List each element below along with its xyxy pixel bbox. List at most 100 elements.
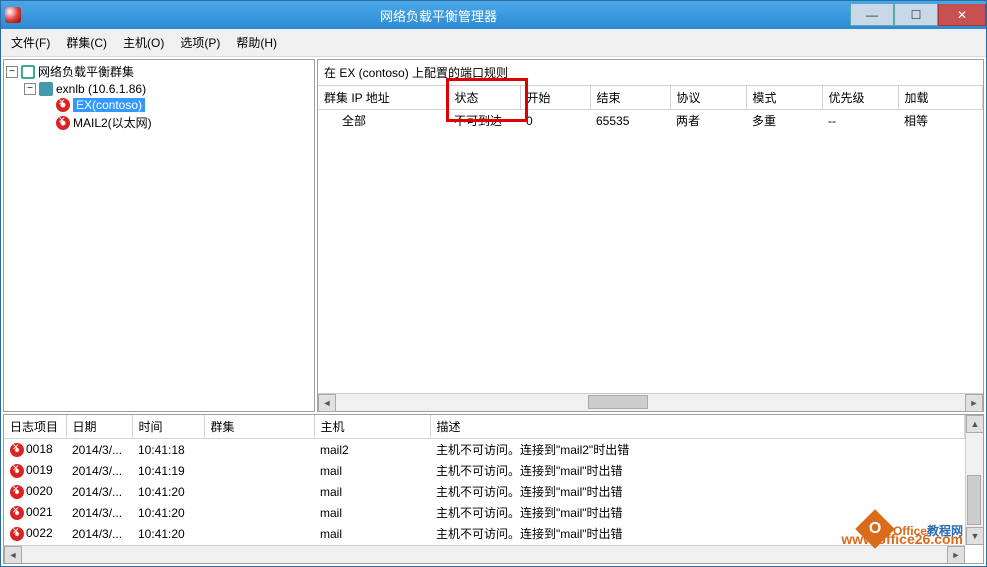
cell-log-host: mail	[314, 481, 430, 502]
cell-log-desc: 主机不可访问。连接到"mail"时出错	[430, 481, 965, 502]
cell-log-host: mail	[314, 502, 430, 523]
error-icon	[10, 464, 24, 478]
menu-options[interactable]: 选项(P)	[174, 31, 226, 54]
error-icon	[10, 527, 24, 541]
col-load[interactable]: 加载	[898, 86, 983, 110]
cell-log-time: 10:41:20	[132, 523, 204, 544]
error-icon	[56, 98, 70, 112]
cell-cluster-ip: 全部	[318, 110, 448, 132]
col-log-date[interactable]: 日期	[66, 415, 132, 439]
col-end[interactable]: 结束	[590, 86, 670, 110]
rules-title: 在 EX (contoso) 上配置的端口规则	[318, 60, 983, 86]
scroll-down-icon[interactable]: ▼	[966, 527, 984, 545]
rules-table[interactable]: 群集 IP 地址 状态 开始 结束 协议 模式 优先级 加载 全部 不可到达 0…	[318, 86, 983, 393]
rules-panel: 在 EX (contoso) 上配置的端口规则 群集 IP 地址 状态 开始 结…	[317, 59, 984, 412]
col-cluster-ip[interactable]: 群集 IP 地址	[318, 86, 448, 110]
cell-log-cluster	[204, 481, 314, 502]
cell-priority: --	[822, 110, 898, 132]
minimize-button[interactable]: —	[850, 4, 894, 26]
col-status[interactable]: 状态	[448, 86, 520, 110]
cell-log-time: 10:41:19	[132, 460, 204, 481]
cell-start: 0	[520, 110, 590, 132]
rules-h-scrollbar[interactable]: ◄ ►	[318, 393, 983, 411]
collapse-icon[interactable]: −	[6, 66, 18, 78]
cell-log-host: mail2	[314, 439, 430, 461]
menu-host[interactable]: 主机(O)	[117, 31, 170, 54]
error-icon	[56, 116, 70, 130]
log-v-scrollbar[interactable]: ▲ ▼	[965, 415, 983, 545]
tree-cluster[interactable]: − exnlb (10.6.1.86)	[6, 81, 312, 97]
title-bar: 网络负载平衡管理器 — ☐ ✕	[1, 1, 986, 29]
tree-root-label: 网络负载平衡群集	[38, 63, 134, 80]
error-icon	[10, 485, 24, 499]
window-controls: — ☐ ✕	[850, 4, 986, 26]
cell-log-time: 10:41:20	[132, 502, 204, 523]
col-protocol[interactable]: 协议	[670, 86, 746, 110]
scroll-thumb[interactable]	[967, 475, 981, 525]
cell-log-desc: 主机不可访问。连接到"mail"时出错	[430, 460, 965, 481]
col-log-time[interactable]: 时间	[132, 415, 204, 439]
cluster-group-icon	[21, 65, 35, 79]
log-row[interactable]: 00212014/3/...10:41:20mail主机不可访问。连接到"mai…	[4, 502, 965, 523]
rules-row[interactable]: 全部 不可到达 0 65535 两者 多重 -- 相等	[318, 110, 983, 132]
menu-cluster[interactable]: 群集(C)	[60, 31, 113, 54]
log-row[interactable]: 00222014/3/...10:41:20mail主机不可访问。连接到"mai…	[4, 523, 965, 544]
cell-log-date: 2014/3/...	[66, 502, 132, 523]
scroll-left-icon[interactable]: ◄	[318, 394, 336, 412]
tree-cluster-label: exnlb (10.6.1.86)	[56, 82, 146, 96]
cell-log-desc: 主机不可访问。连接到"mail2"时出错	[430, 439, 965, 461]
tree-host-mail2[interactable]: MAIL2(以太网)	[6, 113, 312, 132]
cell-log-time: 10:41:18	[132, 439, 204, 461]
cell-log-cluster	[204, 460, 314, 481]
tree-panel[interactable]: − 网络负载平衡群集 − exnlb (10.6.1.86) EX(contos…	[3, 59, 315, 412]
cell-status: 不可到达	[448, 110, 520, 132]
log-table[interactable]: 日志项目 日期 时间 群集 主机 描述 00182014/3/...10:41:…	[4, 415, 965, 545]
rules-header-row: 群集 IP 地址 状态 开始 结束 协议 模式 优先级 加载	[318, 86, 983, 110]
scroll-track[interactable]	[22, 546, 947, 563]
log-h-scrollbar[interactable]: ◄ ►	[4, 545, 965, 563]
maximize-button[interactable]: ☐	[894, 4, 938, 26]
scroll-track[interactable]	[966, 433, 983, 527]
log-row[interactable]: 00202014/3/...10:41:20 mail主机不可访问。连接到"mai…	[4, 481, 965, 502]
menu-help[interactable]: 帮助(H)	[230, 31, 283, 54]
menu-file[interactable]: 文件(F)	[5, 31, 56, 54]
log-header-row: 日志项目 日期 时间 群集 主机 描述	[4, 415, 965, 439]
collapse-icon[interactable]: −	[24, 83, 36, 95]
cell-log-time: 10:41:20	[132, 481, 204, 502]
cell-log-date: 2014/3/...	[66, 460, 132, 481]
main-area: − 网络负载平衡群集 − exnlb (10.6.1.86) EX(contos…	[1, 57, 986, 414]
tree-root[interactable]: − 网络负载平衡群集	[6, 62, 312, 81]
col-log-host[interactable]: 主机	[314, 415, 430, 439]
scroll-track[interactable]	[336, 394, 965, 411]
cell-end: 65535	[590, 110, 670, 132]
cell-log-id: 0022	[4, 523, 66, 544]
cell-log-id: 0019	[4, 460, 66, 481]
app-icon	[5, 7, 21, 23]
log-row[interactable]: 00182014/3/...10:41:18 mail2主机不可访问。连接到"ma…	[4, 439, 965, 461]
cell-log-cluster	[204, 523, 314, 544]
error-icon	[10, 506, 24, 520]
cell-protocol: 两者	[670, 110, 746, 132]
scroll-thumb[interactable]	[588, 395, 648, 409]
cell-log-date: 2014/3/...	[66, 439, 132, 461]
scroll-up-icon[interactable]: ▲	[966, 415, 984, 433]
close-button[interactable]: ✕	[938, 4, 986, 26]
cell-log-date: 2014/3/...	[66, 523, 132, 544]
cell-log-cluster	[204, 439, 314, 461]
cell-log-date: 2014/3/...	[66, 481, 132, 502]
cell-log-id: 0018	[4, 439, 66, 461]
tree-host-ex-label: EX(contoso)	[73, 98, 145, 112]
scroll-right-icon[interactable]: ►	[965, 394, 983, 412]
cell-log-id: 0020	[4, 481, 66, 502]
log-row[interactable]: 00192014/3/...10:41:19mail主机不可访问。连接到"mai…	[4, 460, 965, 481]
tree-host-ex[interactable]: EX(contoso)	[6, 97, 312, 113]
col-log-desc[interactable]: 描述	[430, 415, 965, 439]
col-mode[interactable]: 模式	[746, 86, 822, 110]
col-log-item[interactable]: 日志项目	[4, 415, 66, 439]
col-priority[interactable]: 优先级	[822, 86, 898, 110]
scroll-right-icon[interactable]: ►	[947, 546, 965, 564]
col-log-cluster[interactable]: 群集	[204, 415, 314, 439]
col-start[interactable]: 开始	[520, 86, 590, 110]
scroll-left-icon[interactable]: ◄	[4, 546, 22, 564]
error-icon	[10, 443, 24, 457]
